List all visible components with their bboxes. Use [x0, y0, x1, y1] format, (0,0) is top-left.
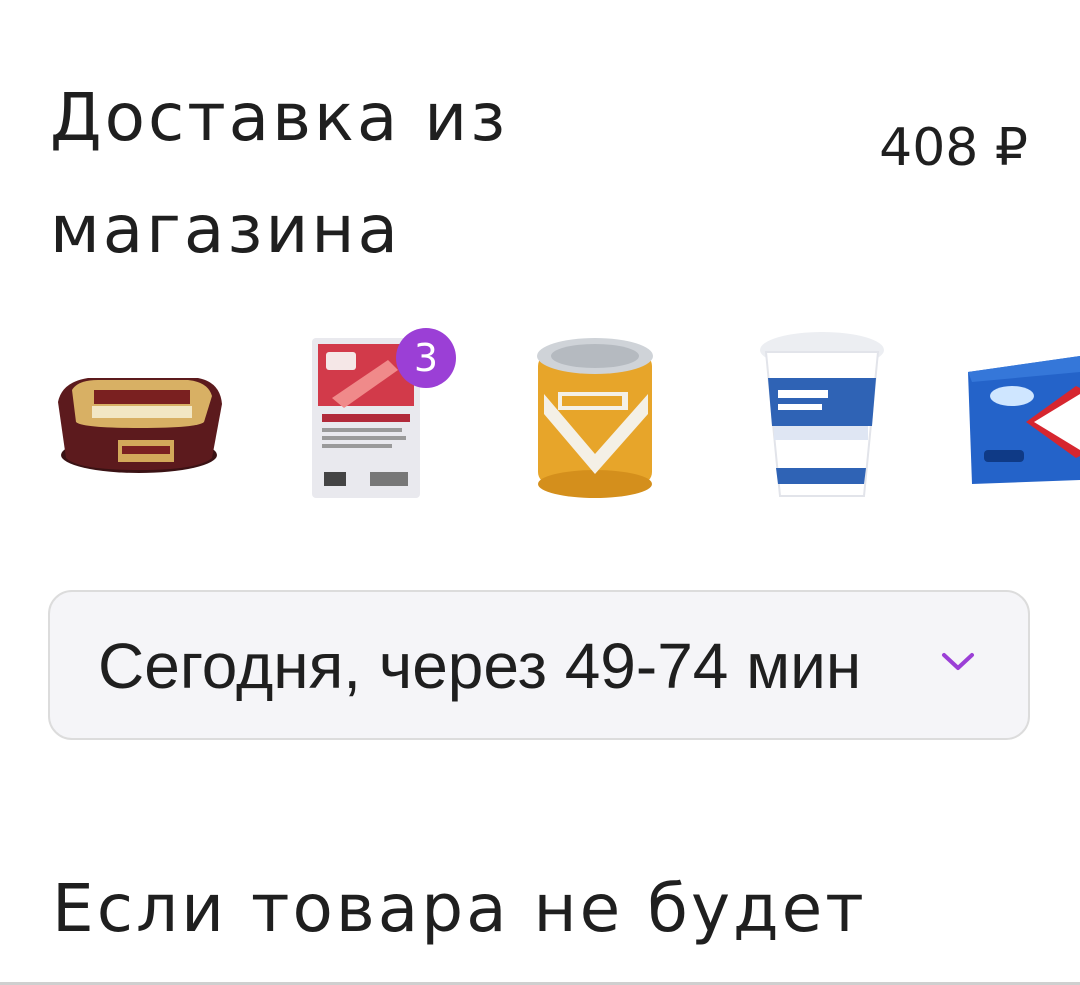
order-total: 408 ₽: [879, 118, 1028, 178]
quantity-badge: 3: [396, 328, 456, 388]
product-cottage-cheese-icon[interactable]: [756, 330, 888, 500]
page-title: Доставка из магазина: [50, 79, 509, 268]
delivery-time-label: Сегодня, через 49-74 мин: [98, 630, 862, 702]
product-butter-icon[interactable]: [964, 352, 1080, 484]
product-condensed-milk-icon[interactable]: [532, 334, 658, 500]
product-thumbnails[interactable]: 3: [0, 320, 1080, 520]
delivery-time-select[interactable]: Сегодня, через 49-74 мин: [48, 590, 1030, 740]
product-pate-icon[interactable]: [48, 360, 230, 480]
missing-items-section-title: Если товара не будет: [52, 870, 867, 947]
chevron-down-icon: [942, 653, 974, 670]
